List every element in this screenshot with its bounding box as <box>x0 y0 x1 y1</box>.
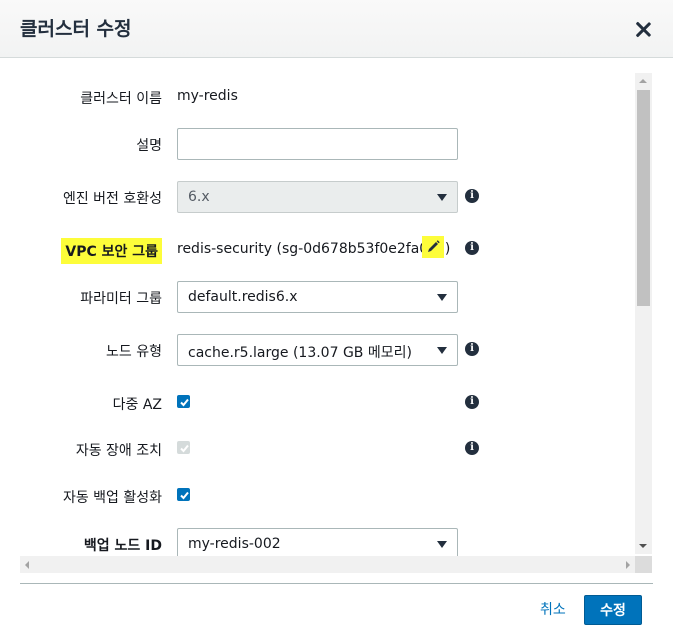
chevron-down-icon <box>437 541 447 548</box>
chevron-down-icon <box>437 347 447 354</box>
info-icon[interactable]: i <box>465 342 479 356</box>
footer-divider <box>20 583 653 584</box>
vertical-scrollbar[interactable] <box>635 73 652 554</box>
auto-failover-checkbox <box>177 441 190 454</box>
parameter-group-select[interactable]: default.redis6.x <box>177 281 458 313</box>
cluster-name-label: 클러스터 이름 <box>80 91 162 107</box>
info-icon[interactable]: i <box>465 441 479 455</box>
vertical-scroll-thumb[interactable] <box>637 90 650 306</box>
backup-node-id-value: my-redis-002 <box>188 536 281 552</box>
multi-az-label: 다중 AZ <box>112 397 162 413</box>
vpc-security-group-label: VPC 보안 그룹 <box>61 238 162 264</box>
pencil-icon[interactable] <box>422 236 444 258</box>
info-icon[interactable]: i <box>465 395 479 409</box>
node-type-value: cache.r5.large (13.07 GB 메모리) <box>188 345 412 361</box>
parameter-group-value: default.redis6.x <box>188 289 298 305</box>
engine-version-value: 6.x <box>188 189 210 205</box>
scroll-up-icon[interactable] <box>639 79 647 83</box>
close-icon[interactable] <box>632 19 654 41</box>
node-type-select[interactable]: cache.r5.large (13.07 GB 메모리) <box>177 334 458 366</box>
parameter-group-label: 파라미터 그룹 <box>80 291 162 307</box>
node-type-label: 노드 유형 <box>106 344 162 360</box>
scroll-right-icon[interactable] <box>626 561 630 569</box>
description-input[interactable] <box>177 128 458 160</box>
auto-backup-checkbox[interactable] <box>177 488 190 501</box>
info-icon[interactable]: i <box>465 241 479 255</box>
auto-backup-label: 자동 백업 활성화 <box>62 490 162 506</box>
engine-version-label: 엔진 버전 호환성 <box>62 191 162 207</box>
multi-az-checkbox[interactable] <box>177 395 190 408</box>
chevron-down-icon <box>437 294 447 301</box>
horizontal-scrollbar[interactable] <box>20 556 635 573</box>
cancel-button[interactable]: 취소 <box>540 599 566 619</box>
submit-button[interactable]: 수정 <box>584 595 642 625</box>
modal-title: 클러스터 수정 <box>20 18 132 40</box>
info-icon[interactable]: i <box>465 189 479 203</box>
modal-header: 클러스터 수정 <box>0 0 673 58</box>
cluster-name-value: my-redis <box>177 88 238 104</box>
vpc-security-group-value: redis-security (sg-0d678b53f0e2fa05c) <box>177 241 451 257</box>
auto-failover-label: 자동 장애 조치 <box>75 443 162 459</box>
description-label: 설명 <box>136 138 162 154</box>
form-scroll-area: 클러스터 이름 my-redis 설명 엔진 버전 호환성 6.x i VPC … <box>20 73 653 573</box>
scroll-left-icon[interactable] <box>25 561 29 569</box>
engine-version-select[interactable]: 6.x <box>177 181 458 213</box>
backup-node-id-label: 백업 노드 ID <box>83 538 162 554</box>
chevron-down-icon <box>437 194 447 201</box>
scroll-down-icon[interactable] <box>639 544 647 548</box>
scroll-corner <box>635 556 652 573</box>
